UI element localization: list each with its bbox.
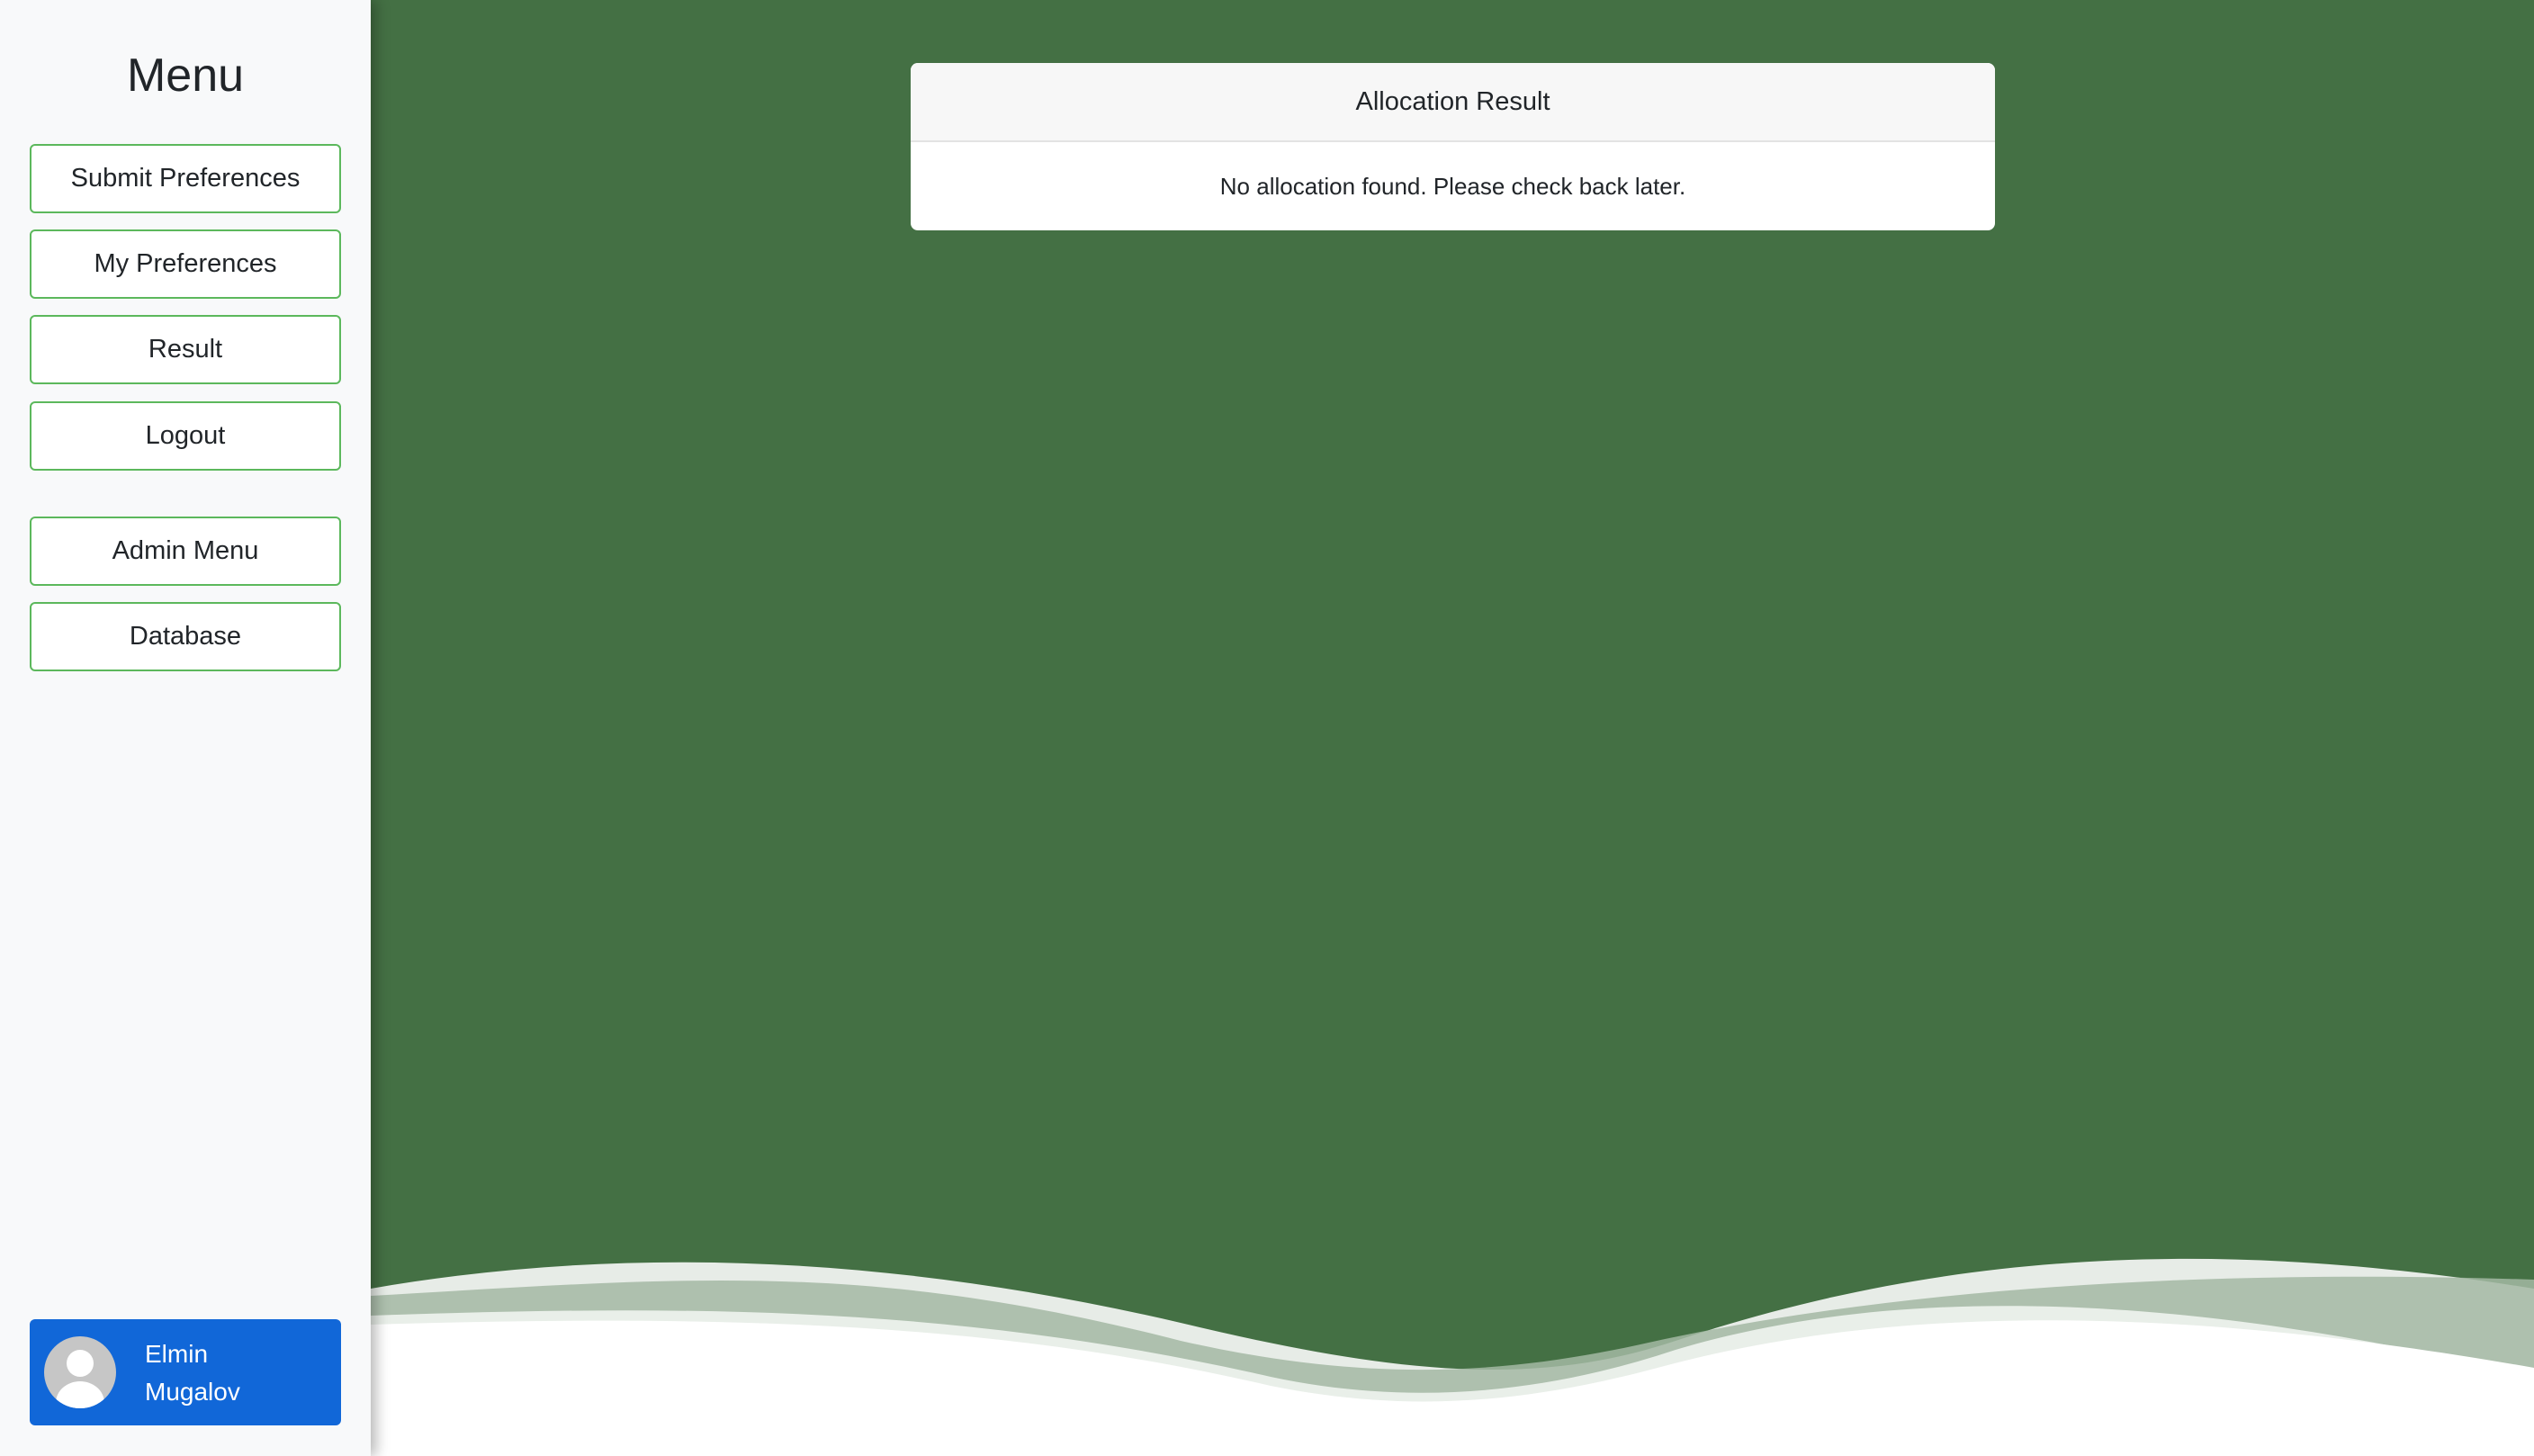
wave-decoration (371, 1258, 2534, 1456)
user-profile-button[interactable]: Elmin Mugalov (30, 1319, 341, 1425)
logout-button[interactable]: Logout (30, 401, 341, 471)
result-button[interactable]: Result (30, 315, 341, 384)
submit-preferences-button[interactable]: Submit Preferences (30, 144, 341, 213)
user-avatar-icon (44, 1336, 116, 1408)
user-first-name: Elmin (145, 1340, 209, 1368)
menu-title: Menu (126, 49, 245, 102)
card-header: Allocation Result (911, 63, 1995, 142)
app-root: Menu Submit Preferences My Preferences R… (0, 0, 2534, 1456)
card-message: No allocation found. Please check back l… (1219, 172, 1686, 200)
my-preferences-button[interactable]: My Preferences (30, 229, 341, 299)
sidebar: Menu Submit Preferences My Preferences R… (0, 0, 371, 1456)
user-name: Elmin Mugalov (145, 1335, 325, 1411)
database-button[interactable]: Database (30, 602, 341, 671)
admin-menu-button[interactable]: Admin Menu (30, 517, 341, 586)
allocation-result-card: Allocation Result No allocation found. P… (911, 63, 1995, 230)
user-last-name: Mugalov (145, 1378, 240, 1406)
